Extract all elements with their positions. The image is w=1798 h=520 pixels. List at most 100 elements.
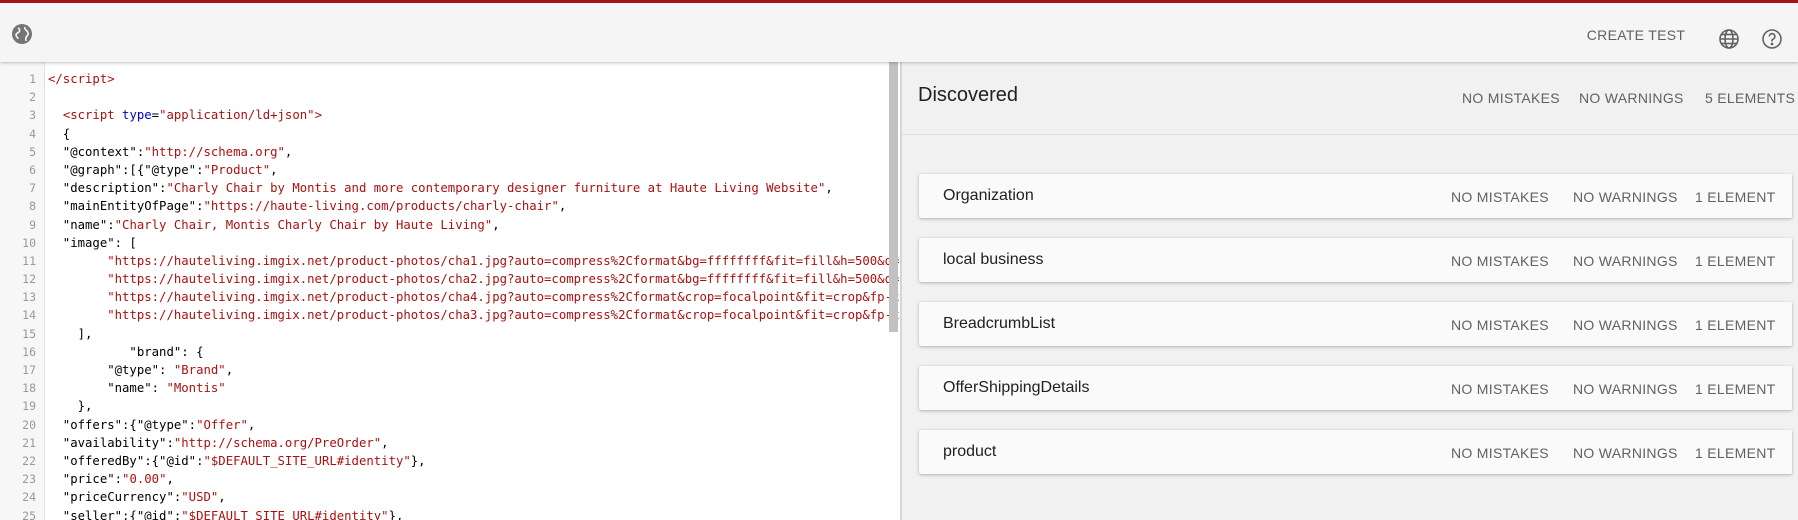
code-text: </script>: [48, 72, 115, 86]
code-text: "name":"Charly Chair, Montis Charly Chai…: [48, 217, 500, 232]
line-number: 23: [22, 472, 36, 487]
schema-mistakes: NO MISTAKES: [1451, 317, 1549, 333]
app-header: CREATE TEST: [0, 3, 1798, 62]
code-text: "seller":{"@id":"$DEFAULT_SITE_URL#ident…: [48, 508, 404, 520]
schema-card-breadcrumblist[interactable]: BreadcrumbList NO MISTAKES NO WARNINGS 1…: [919, 302, 1792, 346]
line-number: 24: [22, 490, 36, 505]
results-header: Discovered NO MISTAKES NO WARNINGS 5 ELE…: [902, 62, 1798, 135]
code-text: "https://hauteliving.imgix.net/product-p…: [107, 253, 901, 268]
code-text: "https://hauteliving.imgix.net/product-p…: [107, 308, 901, 323]
code-line: 8 "mainEntityOfPage":"https://haute-livi…: [0, 197, 890, 215]
code-text: {: [48, 126, 71, 141]
code-line: 23 "price":"0.00",: [0, 470, 890, 488]
schema-name: local business: [943, 251, 1044, 268]
line-number: 25: [22, 508, 36, 520]
code-line: 10 "image": [: [0, 234, 890, 252]
schema-mistakes: NO MISTAKES: [1451, 189, 1549, 205]
schema-mistakes: NO MISTAKES: [1451, 445, 1549, 461]
line-number: 6: [29, 162, 36, 177]
code-text: "price":"0.00",: [48, 472, 174, 487]
schema-card-product[interactable]: product NO MISTAKES NO WARNINGS 1 ELEMEN…: [919, 430, 1792, 474]
schema-name: Organization: [943, 187, 1034, 204]
code-line: 17 "@type": "Brand",: [0, 361, 890, 379]
code-line: 5 "@context":"http://schema.org",: [0, 143, 890, 161]
schema-elements: 1 ELEMENT: [1695, 317, 1776, 333]
line-number: 5: [29, 144, 36, 159]
line-number: 4: [29, 126, 36, 141]
code-text: "name": "Montis": [48, 381, 226, 396]
line-number: 3: [29, 108, 36, 123]
line-number: 12: [22, 272, 36, 287]
line-number: 18: [22, 381, 36, 396]
schema-elements: 1 ELEMENT: [1695, 189, 1776, 205]
code-line: 11 "https://hauteliving.imgix.net/produc…: [0, 252, 901, 270]
code-text: "mainEntityOfPage":"https://haute-living…: [48, 199, 567, 214]
line-number: 2: [29, 90, 36, 105]
schema-mistakes: NO MISTAKES: [1451, 253, 1549, 269]
code-line: 2: [0, 88, 890, 106]
code-text: "offers":{"@type":"Offer",: [48, 417, 256, 432]
code-line: 25 "seller":{"@id":"$DEFAULT_SITE_URL#id…: [0, 507, 890, 520]
globe-logo-icon[interactable]: [10, 22, 34, 46]
code-line: 22 "offeredBy":{"@id":"$DEFAULT_SITE_URL…: [0, 452, 890, 470]
line-number: 22: [22, 453, 36, 468]
code-text: "@graph":[{"@type":"Product",: [48, 162, 278, 177]
code-editor[interactable]: 1 </script> 2 3 <script type="application/l…: [0, 62, 901, 520]
line-number: 10: [22, 235, 36, 250]
editor-scrollbar[interactable]: [889, 62, 898, 332]
help-icon[interactable]: [1760, 27, 1784, 51]
code-text: "offeredBy":{"@id":"$DEFAULT_SITE_URL#id…: [48, 453, 426, 468]
code-line: 14 "https://hauteliving.imgix.net/produc…: [0, 306, 901, 324]
schema-warnings: NO WARNINGS: [1573, 253, 1678, 269]
schema-name: BreadcrumbList: [943, 315, 1056, 332]
code-text: "availability":"http://schema.org/PreOrd…: [48, 435, 389, 450]
code-line: 9 "name":"Charly Chair, Montis Charly Ch…: [0, 216, 890, 234]
code-line: 7 "description":"Charly Chair by Montis …: [0, 179, 890, 197]
code-line: 21 "availability":"http://schema.org/Pre…: [0, 434, 890, 452]
line-number: 8: [29, 199, 36, 214]
schema-elements: 1 ELEMENT: [1695, 381, 1776, 397]
schema-name: OfferShippingDetails: [943, 379, 1090, 396]
schema-elements: 1 ELEMENT: [1695, 445, 1776, 461]
code-line: 3 <script type="application/ld+json">: [0, 106, 890, 124]
schema-warnings: NO WARNINGS: [1573, 189, 1678, 205]
line-number: 19: [22, 399, 36, 414]
create-test-button[interactable]: CREATE TEST: [1576, 22, 1696, 48]
code-text: "@context":"http://schema.org",: [48, 144, 293, 159]
code-line: 1 </script>: [0, 70, 890, 88]
schema-card-offershippingdetails[interactable]: OfferShippingDetails NO MISTAKES NO WARN…: [919, 366, 1792, 410]
total-warnings: NO WARNINGS: [1579, 90, 1684, 106]
code-text: "image": [: [48, 235, 137, 250]
line-number: 7: [29, 181, 36, 196]
total-elements: 5 ELEMENTS: [1705, 90, 1796, 106]
panel-title: Discovered: [918, 84, 1019, 106]
line-number: 16: [22, 344, 36, 359]
code-text: },: [48, 399, 93, 414]
language-icon[interactable]: [1717, 27, 1741, 51]
line-number: 15: [22, 326, 36, 341]
line-number: 21: [22, 435, 36, 450]
code-line: 13 "https://hauteliving.imgix.net/produc…: [0, 288, 901, 306]
schema-mistakes: NO MISTAKES: [1451, 381, 1549, 397]
line-number: 1: [29, 72, 36, 86]
line-number: 20: [22, 417, 36, 432]
code-line: 12 "https://hauteliving.imgix.net/produc…: [0, 270, 901, 288]
code-line: 16 "brand": {: [0, 343, 890, 361]
code-line: 6 "@graph":[{"@type":"Product",: [0, 161, 890, 179]
code-text: "https://hauteliving.imgix.net/product-p…: [107, 290, 901, 305]
schema-warnings: NO WARNINGS: [1573, 381, 1678, 397]
code-line: 20 "offers":{"@type":"Offer",: [0, 416, 890, 434]
line-number: 14: [22, 308, 36, 323]
code-text: "brand": {: [48, 344, 204, 359]
code-line: 19 },: [0, 397, 890, 415]
schema-warnings: NO WARNINGS: [1573, 445, 1678, 461]
code-lines: 1 </script> 2 3 <script type="application/l…: [0, 70, 901, 520]
line-number: 13: [22, 290, 36, 305]
schema-card-organization[interactable]: Organization NO MISTAKES NO WARNINGS 1 E…: [919, 174, 1792, 218]
code-line: 4 {: [0, 125, 890, 143]
schema-card-local-business[interactable]: local business NO MISTAKES NO WARNINGS 1…: [919, 238, 1792, 282]
line-number: 9: [29, 217, 36, 232]
code-line: 24 "priceCurrency":"USD",: [0, 488, 890, 506]
code-text: "@type": "Brand",: [48, 363, 234, 377]
code-text: "https://hauteliving.imgix.net/product-p…: [107, 272, 901, 287]
